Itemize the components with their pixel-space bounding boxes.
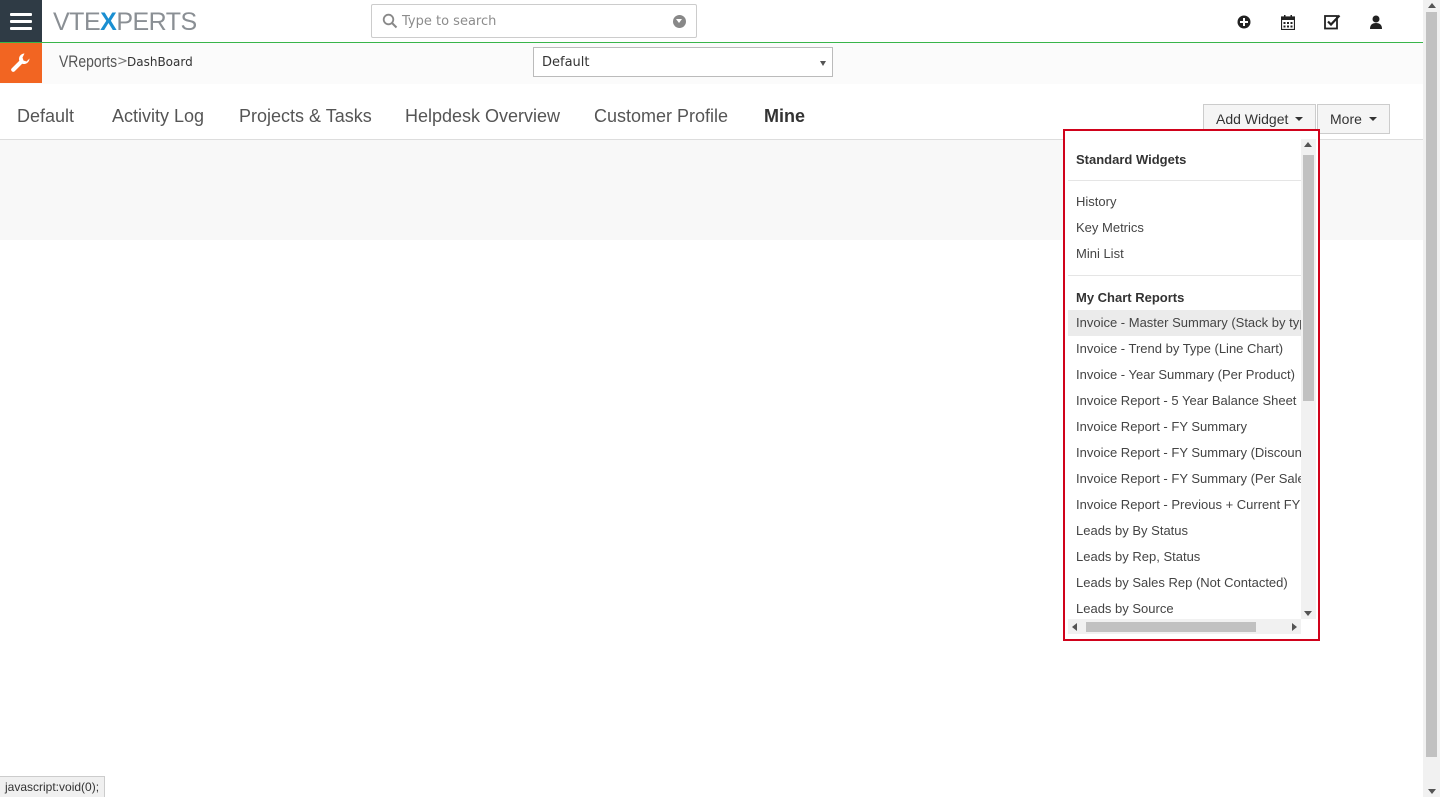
- tab-default[interactable]: Default: [17, 106, 74, 140]
- tab-mine[interactable]: Mine: [749, 106, 821, 143]
- chart-report-item[interactable]: Invoice Report - FY Summary (Per Sales R…: [1068, 466, 1301, 492]
- scroll-down-arrow-icon[interactable]: [1304, 611, 1312, 616]
- more-button[interactable]: More: [1317, 104, 1390, 134]
- breadcrumb-module[interactable]: VReports: [59, 52, 117, 72]
- dashboard-select-value: Default: [542, 55, 590, 70]
- caret-down-icon: [1295, 117, 1304, 121]
- chart-report-item[interactable]: Leads by By Status: [1068, 518, 1301, 544]
- scroll-up-arrow-icon[interactable]: [1428, 3, 1436, 8]
- chart-report-item[interactable]: Leads by Sales Rep (Not Contacted): [1068, 570, 1301, 596]
- quick-actions: [1222, 12, 1398, 32]
- scroll-down-arrow-icon[interactable]: [1428, 789, 1436, 794]
- dropdown-horizontal-scrollbar[interactable]: [1068, 619, 1301, 634]
- chart-report-item[interactable]: Invoice - Trend by Type (Line Chart): [1068, 336, 1301, 362]
- widget-menu-list: Standard Widgets History Key Metrics Min…: [1068, 139, 1301, 619]
- widget-item-key-metrics[interactable]: Key Metrics: [1068, 215, 1301, 241]
- global-search-input[interactable]: Type to search: [371, 4, 697, 38]
- scroll-right-arrow-icon[interactable]: [1292, 623, 1297, 631]
- more-label: More: [1330, 111, 1362, 127]
- search-options-chevron-icon[interactable]: [673, 15, 686, 28]
- breadcrumb-page: DashBoard: [127, 55, 193, 69]
- vtexperts-logo[interactable]: VTEXPERTS: [53, 9, 197, 35]
- widget-item-history[interactable]: History: [1068, 189, 1301, 215]
- tab-activity-log[interactable]: Activity Log: [112, 106, 204, 140]
- tab-customer-profile[interactable]: Customer Profile: [594, 106, 728, 140]
- module-header: VReports > DashBoard Default: [0, 43, 1423, 84]
- user-profile-icon[interactable]: [1354, 12, 1398, 32]
- scroll-up-arrow-icon[interactable]: [1304, 142, 1312, 147]
- caret-down-icon: [1368, 117, 1377, 121]
- search-icon: [382, 13, 398, 29]
- tasks-checkbox-icon[interactable]: [1310, 12, 1354, 32]
- dashboard-select[interactable]: Default: [533, 47, 833, 77]
- hamburger-menu-icon[interactable]: [0, 0, 42, 42]
- dropdown-vertical-scrollbar[interactable]: [1301, 139, 1316, 619]
- dropdown-arrow-icon: [820, 61, 826, 66]
- calendar-icon[interactable]: [1266, 12, 1310, 32]
- scroll-thumb[interactable]: [1086, 622, 1256, 632]
- chart-report-item[interactable]: Invoice - Year Summary (Per Product): [1068, 362, 1301, 388]
- top-navbar: VTEXPERTS Type to search: [0, 0, 1423, 43]
- menu-divider: [1068, 275, 1301, 276]
- search-placeholder: Type to search: [402, 14, 497, 29]
- standard-widgets-header: Standard Widgets: [1076, 152, 1187, 167]
- tab-helpdesk-overview[interactable]: Helpdesk Overview: [405, 106, 560, 140]
- add-widget-dropdown: Standard Widgets History Key Metrics Min…: [1063, 129, 1320, 641]
- chart-report-item[interactable]: Invoice Report - FY Summary: [1068, 414, 1301, 440]
- page-vertical-scrollbar[interactable]: [1423, 0, 1440, 797]
- chart-report-item[interactable]: Leads by Rep, Status: [1068, 544, 1301, 570]
- quick-create-plus-icon[interactable]: [1222, 12, 1266, 32]
- chart-report-item[interactable]: Invoice Report - 5 Year Balance Sheet: [1068, 388, 1301, 414]
- tab-projects-tasks[interactable]: Projects & Tasks: [239, 106, 372, 140]
- scroll-thumb[interactable]: [1303, 155, 1314, 401]
- browser-status-bar: javascript:void(0);: [0, 776, 106, 797]
- chart-report-item[interactable]: Invoice Report - FY Summary (Discount): [1068, 440, 1301, 466]
- scroll-left-arrow-icon[interactable]: [1072, 623, 1077, 631]
- my-chart-reports-header: My Chart Reports: [1076, 290, 1185, 305]
- menu-divider: [1068, 180, 1301, 181]
- widget-item-mini-list[interactable]: Mini List: [1068, 241, 1301, 267]
- chart-report-item[interactable]: Leads by Source: [1068, 596, 1301, 619]
- chart-report-item[interactable]: Invoice - Master Summary (Stack by type): [1068, 310, 1301, 336]
- scroll-thumb[interactable]: [1426, 12, 1437, 757]
- chart-report-item[interactable]: Invoice Report - Previous + Current FY: [1068, 492, 1301, 518]
- wrench-settings-icon[interactable]: [0, 43, 42, 83]
- add-widget-label: Add Widget: [1216, 111, 1289, 127]
